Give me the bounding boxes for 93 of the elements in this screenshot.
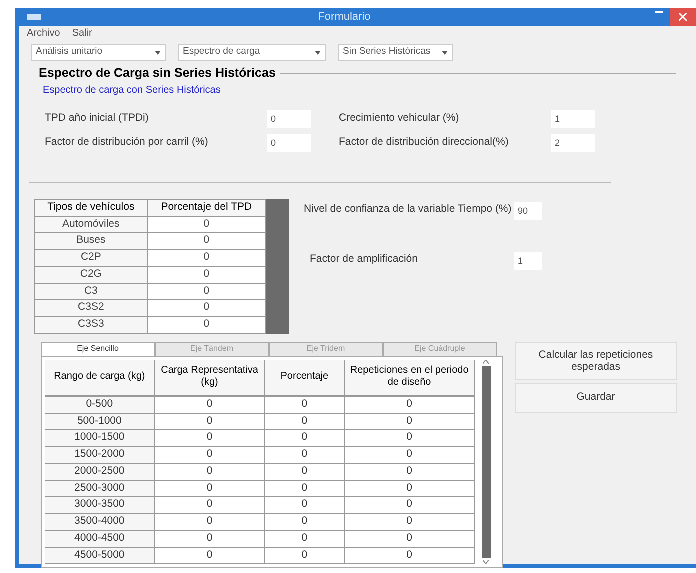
table-cell: C3S3	[34, 316, 148, 334]
table-cell: 0	[264, 547, 345, 564]
table-cell: 0	[154, 514, 265, 530]
table-cell: 4500-5000	[45, 547, 155, 564]
table-cell: 0	[264, 514, 345, 530]
menu-item[interactable]: Salir	[72, 26, 92, 41]
mode-link[interactable]: Espectro de carga con Series Históricas	[43, 82, 696, 98]
table-cell: 0	[148, 316, 266, 334]
table-cell: 0	[344, 463, 474, 480]
table-cell: 0	[344, 547, 474, 564]
table-cell: 3500-4000	[45, 514, 155, 530]
column-header: Porcentaje	[264, 360, 345, 396]
column-header: Rango de carga (kg)	[45, 360, 155, 396]
table-cell: 0	[344, 480, 474, 497]
table-cell: 0	[154, 413, 265, 430]
table-cell: 1500-2000	[45, 446, 155, 464]
table-cell: 1000-1500	[45, 430, 155, 446]
table-cell: 0	[264, 413, 345, 430]
table-cell: 0	[154, 547, 265, 564]
column-header: Porcentaje del TPD	[148, 199, 266, 216]
table-cell: C3	[34, 283, 148, 300]
field-label: Nivel de confianza de la variable Tiempo (%)	[304, 202, 513, 217]
column-header: Tipos de vehículos	[34, 199, 148, 216]
window-title: Formulario	[317, 10, 372, 25]
button[interactable]: Calcular las repeticiones esperadas	[515, 342, 677, 380]
scrollbar[interactable]	[482, 366, 490, 558]
field-label: Factor de amplificación	[310, 252, 419, 267]
close-icon	[679, 13, 687, 21]
table-cell: 0	[148, 250, 266, 266]
close-button[interactable]	[670, 8, 696, 26]
table-cell: 0	[344, 446, 474, 464]
table-cell: 0	[264, 396, 345, 413]
table-cell: 0	[344, 413, 474, 430]
table-cell: 0	[154, 446, 265, 464]
table-cell: 0	[264, 496, 345, 514]
field-label: Crecimiento vehicular (%)	[339, 110, 460, 126]
button[interactable]: Guardar	[515, 382, 677, 413]
table-cell: Buses	[34, 232, 148, 250]
table-cell: 0	[154, 530, 265, 547]
input-field[interactable]: 0	[267, 134, 311, 152]
table-cell: 0	[148, 232, 266, 250]
table-cell: 2500-3000	[45, 480, 155, 497]
field-label: Factor de distribución direccional(%)	[339, 134, 510, 150]
field-label: Factor de distribución por carril (%)	[45, 134, 210, 150]
table-cell: 0	[154, 396, 265, 413]
caret-icon	[155, 50, 161, 54]
table-cell: 500-1000	[45, 413, 155, 430]
table-cell: 0	[154, 480, 265, 497]
table-cell: 0	[264, 463, 345, 480]
table-cell: C2G	[34, 266, 148, 283]
table-cell: 0	[344, 496, 474, 514]
table-cell: 0	[148, 300, 266, 316]
table-cell: 0	[344, 396, 474, 413]
table-cell: 3000-3500	[45, 496, 155, 514]
table-cell: C2P	[34, 250, 148, 266]
table-cell: 4000-4500	[45, 530, 155, 547]
input-field[interactable]: 1	[551, 110, 595, 128]
app-icon	[27, 12, 41, 22]
caret-icon	[315, 50, 321, 54]
table-cell: 0	[148, 216, 266, 233]
table-cell: 0	[154, 496, 265, 514]
table-cell: 0	[344, 514, 474, 530]
scrollbar[interactable]	[266, 198, 289, 334]
table-cell: 0	[344, 530, 474, 547]
minimize-icon	[655, 11, 663, 13]
table-cell: 0	[264, 530, 345, 547]
column-header: Repeticiones en el periodo de diseño	[344, 360, 474, 396]
table-cell: 0	[148, 266, 266, 283]
input-field[interactable]: 2	[551, 134, 595, 152]
field-label: TPD año inicial (TPDi)	[45, 110, 150, 126]
input-field[interactable]: 90	[514, 202, 542, 220]
table-cell: Automóviles	[34, 216, 148, 233]
caret-icon	[442, 50, 448, 54]
dropdown[interactable]: Espectro de carga	[178, 44, 326, 61]
dropdown[interactable]: Análisis unitario	[31, 44, 166, 61]
table-cell: 2000-2500	[45, 463, 155, 480]
scroll-up-icon[interactable]	[483, 360, 489, 364]
table-cell: 0	[154, 430, 265, 446]
table-cell: 0	[148, 283, 266, 300]
input-field[interactable]: 1	[514, 252, 542, 270]
table-cell: 0	[344, 430, 474, 446]
scroll-down-icon[interactable]	[483, 560, 489, 564]
table-cell: 0	[154, 463, 265, 480]
table-cell: C3S2	[34, 300, 148, 316]
dropdown[interactable]: Sin Series Históricas	[338, 44, 453, 61]
menu-item[interactable]: Archivo	[27, 26, 60, 41]
tab[interactable]: Eje Sencillo	[41, 342, 155, 356]
group-title: Espectro de Carga sin Series Históricas	[39, 65, 276, 82]
table-cell: 0	[264, 480, 345, 497]
column-header: Carga Representativa (kg)	[154, 360, 265, 396]
table-cell: 0	[264, 446, 345, 464]
input-field[interactable]: 0	[267, 110, 311, 128]
table-cell: 0	[264, 430, 345, 446]
